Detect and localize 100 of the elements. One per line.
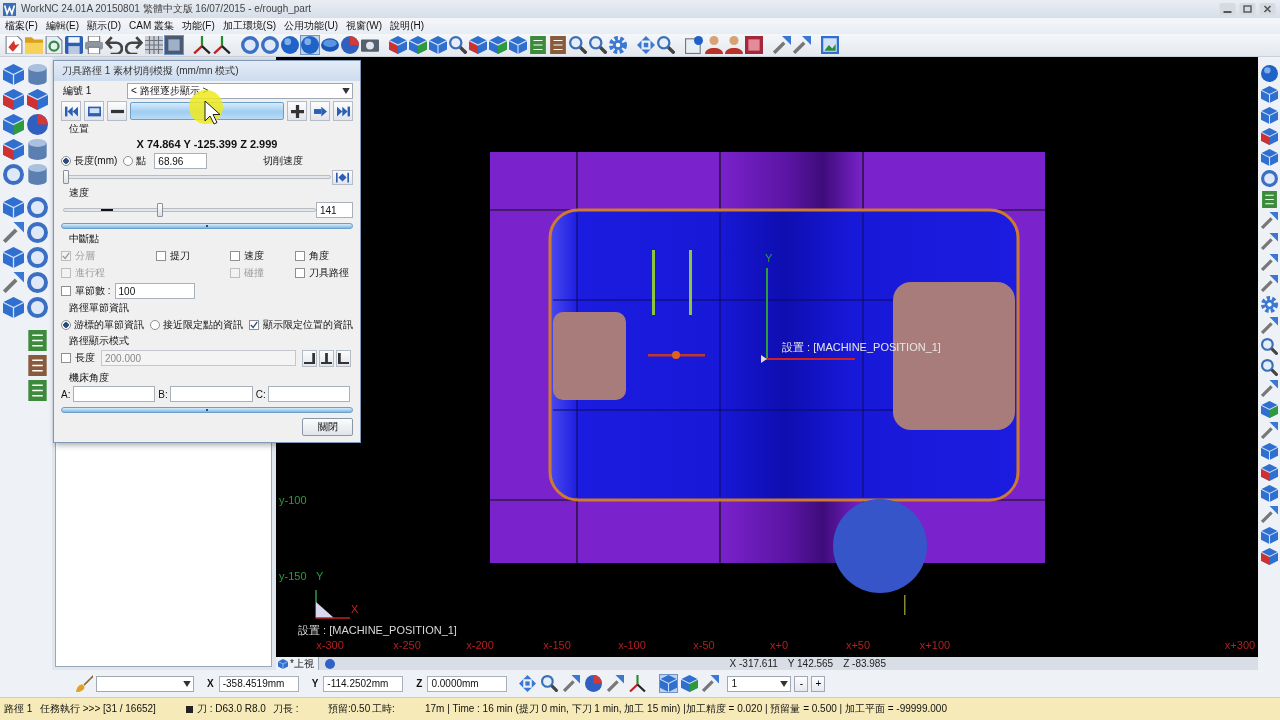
path-dropdown[interactable]: < 路徑逐步顯示 > (127, 83, 353, 99)
coordinate-field[interactable]: -114.2502mm (323, 675, 404, 692)
close-dialog-button[interactable]: 關閉 (302, 418, 353, 436)
checkbox[interactable] (61, 286, 71, 296)
angle-field[interactable] (267, 386, 350, 402)
cube-icon[interactable] (389, 36, 407, 54)
tool-icon[interactable] (1260, 254, 1278, 271)
count-dropdown[interactable]: 1 (727, 675, 792, 692)
tool-icon[interactable] (793, 36, 811, 54)
move-arrows-icon[interactable] (637, 36, 655, 54)
tool-icon[interactable] (1260, 422, 1278, 439)
slider-thumb[interactable] (63, 170, 69, 184)
progress-slider[interactable] (63, 170, 331, 184)
document-icon[interactable] (5, 36, 23, 54)
display-mode-button[interactable] (336, 349, 351, 367)
menu-item[interactable]: 加工環境(S) (220, 19, 279, 33)
cube-icon[interactable] (469, 36, 487, 54)
ring-icon[interactable] (241, 36, 259, 54)
cube-icon[interactable] (1260, 443, 1278, 460)
sheet-icon[interactable] (27, 380, 48, 401)
gear-icon[interactable] (1260, 296, 1278, 313)
zoom-icon[interactable] (569, 36, 587, 54)
box-icon[interactable] (745, 36, 763, 54)
cube-icon[interactable] (3, 89, 24, 110)
ball-icon[interactable] (341, 36, 359, 54)
sheet-icon[interactable] (529, 36, 547, 54)
tool-icon[interactable] (1260, 275, 1278, 292)
checkbox[interactable] (156, 250, 166, 261)
brush-icon[interactable] (76, 675, 93, 692)
checkbox[interactable] (230, 250, 240, 261)
cube-icon[interactable] (3, 247, 24, 268)
menu-item[interactable]: 編輯(E) (43, 19, 82, 33)
cube-icon[interactable] (3, 114, 24, 135)
skip-to-start-button[interactable] (61, 101, 81, 121)
menu-item[interactable]: 視窗(W) (344, 19, 385, 33)
ring-icon[interactable] (27, 197, 48, 218)
person-icon[interactable] (725, 36, 743, 54)
screen-button[interactable] (84, 101, 104, 121)
minus-button[interactable] (107, 101, 127, 121)
cube-icon[interactable] (681, 675, 699, 692)
cube-icon[interactable] (509, 36, 527, 54)
cube-icon[interactable] (3, 64, 24, 85)
cylinder-icon[interactable] (27, 64, 48, 85)
menu-item[interactable]: 說明(H) (388, 19, 427, 33)
ring-icon[interactable] (261, 36, 279, 54)
minimize-button[interactable] (1219, 3, 1236, 15)
cube-icon[interactable] (489, 36, 507, 54)
cube-icon[interactable] (1260, 548, 1278, 565)
zoom-icon[interactable] (589, 36, 607, 54)
range-button[interactable] (332, 169, 353, 185)
sphere-icon[interactable] (281, 36, 299, 54)
coordinate-field[interactable]: -358.4519mm (218, 675, 299, 692)
display-mode-button[interactable] (302, 349, 317, 367)
zoom-icon[interactable] (1260, 359, 1278, 376)
zoom-icon[interactable] (657, 36, 675, 54)
splitter-bar[interactable] (61, 407, 353, 413)
cube-icon[interactable] (1260, 464, 1278, 481)
tool-icon[interactable] (563, 675, 581, 692)
cube-icon[interactable] (660, 675, 678, 692)
ring-icon[interactable] (27, 297, 48, 318)
cube-icon[interactable] (3, 197, 24, 218)
zoom-icon[interactable] (449, 36, 467, 54)
cylinder-icon[interactable] (27, 139, 48, 160)
sheet-icon[interactable] (1260, 191, 1278, 208)
zoom-icon[interactable] (1260, 338, 1278, 355)
camera-icon[interactable] (361, 36, 379, 54)
save-icon[interactable] (65, 36, 83, 54)
splitter-bar[interactable] (61, 223, 353, 229)
sheet-icon[interactable] (27, 330, 48, 351)
cube-icon[interactable] (1260, 401, 1278, 418)
tool-icon[interactable] (607, 675, 625, 692)
menu-item[interactable]: CAM 叢集 (127, 19, 176, 33)
cylinder-icon[interactable] (27, 164, 48, 185)
step-button[interactable]: + (811, 675, 826, 692)
zoom-icon[interactable] (541, 675, 559, 692)
display-mode-button[interactable] (319, 349, 334, 367)
radio-button[interactable] (150, 320, 160, 330)
angle-field[interactable] (170, 386, 253, 402)
axes-icon[interactable] (629, 675, 647, 692)
speed-slider[interactable] (63, 203, 316, 217)
cube-icon[interactable] (27, 89, 48, 110)
checkbox[interactable] (249, 320, 259, 330)
cube-icon[interactable] (429, 36, 447, 54)
close-button[interactable] (1259, 3, 1276, 15)
menu-item[interactable]: 顯示(D) (85, 19, 123, 33)
step-forward-button[interactable] (310, 101, 330, 121)
tool-icon[interactable] (1260, 233, 1278, 250)
tool-icon[interactable] (773, 36, 791, 54)
ring-icon[interactable] (27, 222, 48, 243)
ring-icon[interactable] (27, 247, 48, 268)
document-badge-icon[interactable] (685, 36, 703, 54)
cube-icon[interactable] (1260, 527, 1278, 544)
block-count-field[interactable]: 100 (114, 283, 195, 299)
ring-icon[interactable] (1260, 170, 1278, 187)
cube-icon[interactable] (3, 139, 24, 160)
redo-icon[interactable] (125, 36, 143, 54)
speed-field[interactable]: 141 (316, 202, 353, 218)
cube-icon[interactable] (1260, 149, 1278, 166)
radio-button[interactable] (123, 156, 134, 166)
square-icon[interactable] (165, 36, 183, 54)
